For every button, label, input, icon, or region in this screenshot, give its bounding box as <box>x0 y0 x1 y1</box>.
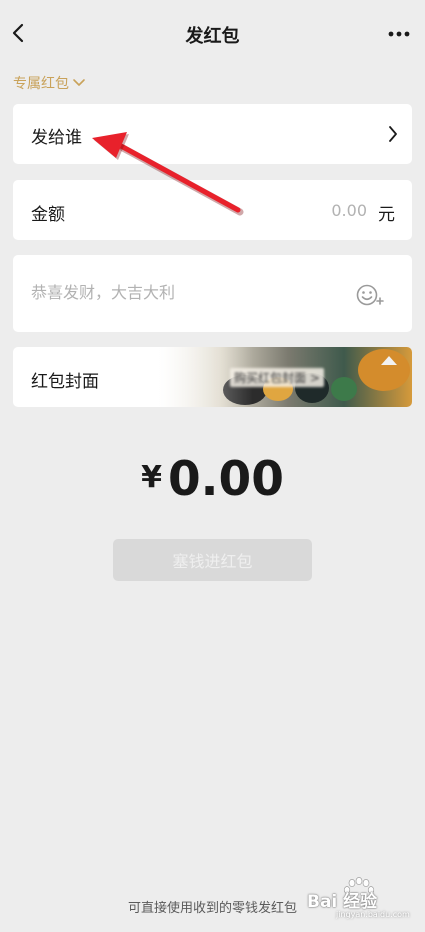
cover-decoration <box>331 377 357 401</box>
chevron-right-icon <box>389 126 397 142</box>
cover-name-blurred: 购买红包封面 > <box>230 368 324 387</box>
page-title: 发红包 <box>185 26 240 47</box>
watermark-url: jingyan.baidu.com <box>336 910 410 919</box>
emoji-add-icon[interactable] <box>356 282 386 308</box>
nav-bar: 发红包 <box>0 0 425 68</box>
recipient-row[interactable]: 发给谁 <box>13 104 412 164</box>
amount-row: 金额 0.00 元 <box>13 180 412 240</box>
greeting-input[interactable] <box>31 283 331 302</box>
more-dots-icon <box>388 31 410 37</box>
currency-symbol: ¥ <box>141 460 162 495</box>
cover-label: 红包封面 <box>31 372 99 392</box>
more-button[interactable] <box>387 20 411 46</box>
exclusive-red-packet-toggle[interactable]: 专属红包 <box>13 72 86 94</box>
total-amount: ¥0.00 <box>0 452 425 507</box>
total-value: 0.00 <box>167 452 284 507</box>
watermark-brand: Bai 经验 <box>307 892 378 912</box>
put-money-button[interactable]: 塞钱进红包 <box>113 539 312 581</box>
cover-row[interactable]: 红包封面 购买红包封面 > <box>13 347 412 407</box>
amount-label: 金额 <box>31 205 65 225</box>
recipient-label: 发给谁 <box>31 128 82 148</box>
amount-unit: 元 <box>378 205 395 225</box>
exclusive-label: 专属红包 <box>13 76 69 92</box>
arrow-up-badge-icon <box>381 356 397 365</box>
amount-input[interactable]: 0.00 <box>331 201 367 220</box>
chevron-down-icon <box>73 79 85 86</box>
greeting-card <box>13 255 412 332</box>
